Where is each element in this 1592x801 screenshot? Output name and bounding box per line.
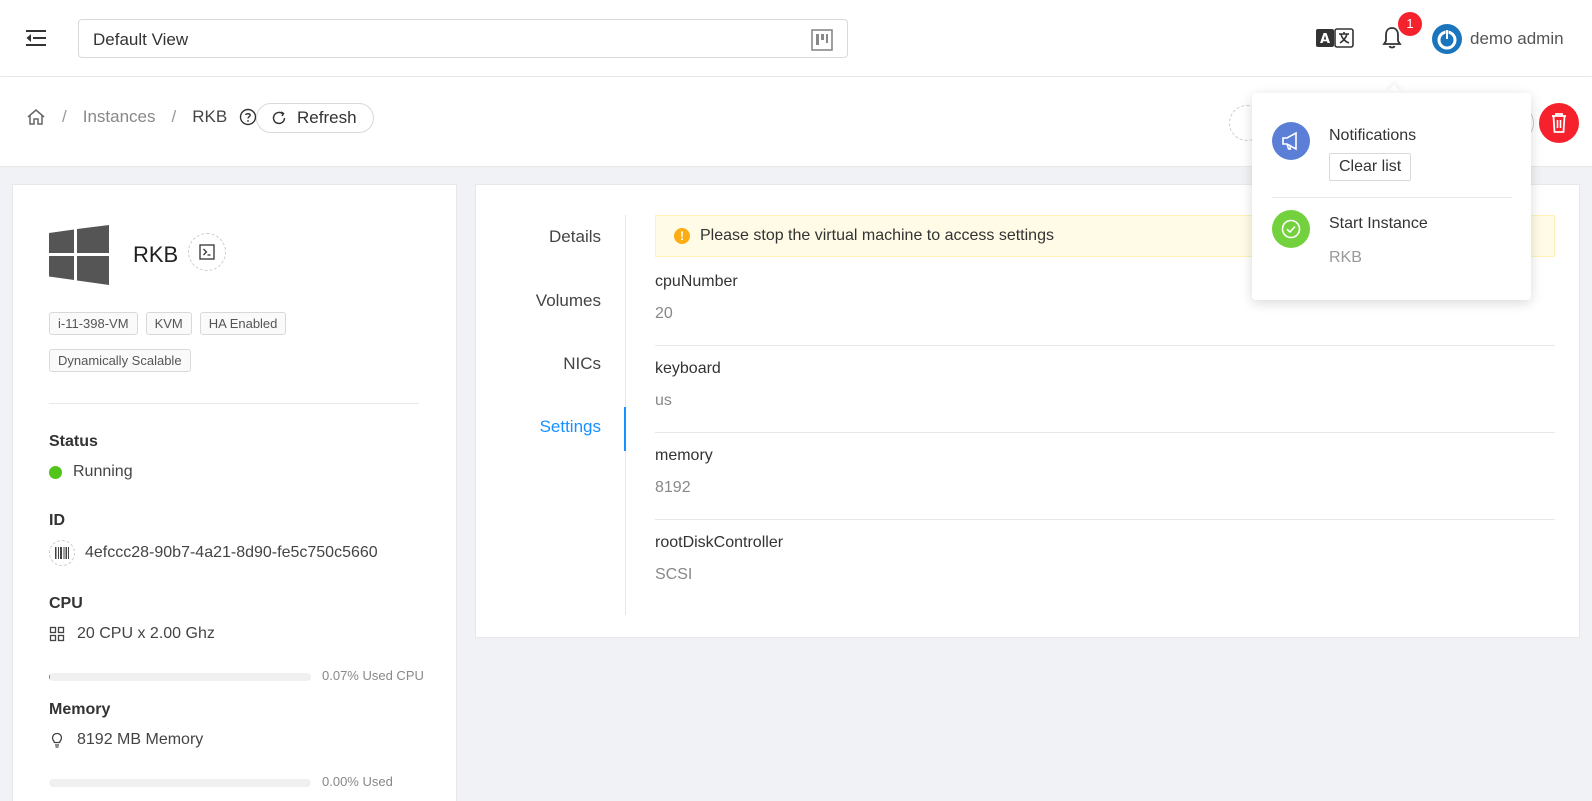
memory-label: Memory [49,701,111,718]
clear-list-button[interactable]: Clear list [1329,153,1412,181]
setting-row: keyboard us [655,346,1555,433]
id-label: ID [49,512,65,529]
svg-text:A: A [1320,32,1330,47]
user-name[interactable]: demo admin [1470,29,1564,49]
bulb-icon [51,732,63,748]
breadcrumb-separator: / [62,107,67,126]
instance-tags: i-11-398-VM KVM HA Enabled Dynamically Sca… [49,312,429,386]
cpu-value-row: 20 CPU x 2.00 Ghz [49,625,215,643]
setting-value[interactable]: 8192 [655,479,691,497]
status-value-row: Running [49,463,133,481]
tab-volumes[interactable]: Volumes [536,291,601,311]
status-dot [49,465,62,479]
setting-value[interactable]: us [655,392,672,410]
notification-icon [1282,131,1297,151]
memory-usage-bar [49,779,311,787]
status-value: Running [73,463,133,480]
user-avatar[interactable] [1432,24,1462,54]
tag-instance-id: i-11-398-VM [49,312,138,335]
code-icon [199,244,215,260]
notification-item-subtitle: RKB [1329,249,1362,266]
check-circle-icon [1281,219,1301,239]
cpu-label: CPU [49,595,83,612]
cpu-usage-label: 0.07% Used CPU [322,668,424,683]
view-console-button[interactable] [188,233,226,271]
tag-ha: HA Enabled [199,312,287,335]
setting-value[interactable]: 20 [655,305,673,323]
setting-key: keyboard [655,360,721,377]
tag-hypervisor: KVM [145,312,192,335]
cpu-value: 20 CPU x 2.00 Ghz [77,625,215,642]
breadcrumb: / Instances / RKB [26,107,257,127]
notification-badge: 1 [1398,12,1422,36]
notifications-title: Notifications [1329,127,1417,144]
status-label: Status [49,433,98,450]
delete-button[interactable] [1539,103,1579,143]
exclamation-circle-icon: ! [674,228,690,244]
reload-icon [272,111,286,125]
setting-key: memory [655,447,713,464]
instance-name: RKB [133,242,179,267]
breadcrumb-separator: / [171,107,177,126]
home-icon[interactable] [26,107,46,127]
divider [1272,197,1512,198]
tab-details[interactable]: Details [549,227,601,247]
memory-value: 8192 MB Memory [77,731,204,748]
setting-row: rootDiskController SCSI [655,520,1555,607]
tab-settings[interactable]: Settings [540,417,601,437]
breadcrumb-current: RKB [192,107,228,126]
setting-key: rootDiskController [655,534,784,551]
notification-item-title[interactable]: Start Instance [1329,215,1428,233]
windows-icon [49,225,109,285]
notification-item-avatar [1272,210,1310,248]
tab-nics[interactable]: NICs [563,354,601,374]
memory-usage-label: 0.00% Used [322,774,393,789]
translate-icon[interactable]: A [1316,27,1354,49]
setting-row: memory 8192 [655,433,1555,520]
delete-icon [1552,113,1566,133]
instance-info-card: RKB i-11-398-VM KVM HA Enabled Dynamically… [12,184,457,801]
view-select[interactable]: Default View [78,19,848,58]
memory-value-row: 8192 MB Memory [49,731,203,749]
view-select-value: Default View [93,30,189,49]
appstore-icon [49,626,65,642]
copy-id-button[interactable] [49,540,75,566]
id-value: 4efccc28-90b7-4a21-8d90-fe5c750c5660 [85,544,378,561]
refresh-label: Refresh [297,108,357,127]
top-header: Default View A 1 demo admin [0,0,1592,76]
tab-active-indicator [624,407,626,451]
cpu-usage-bar [49,673,311,681]
id-value-row: 4efccc28-90b7-4a21-8d90-fe5c750c5660 [49,540,378,566]
tab-list: Details Volumes NICs Settings [476,215,626,615]
setting-key: cpuNumber [655,273,738,290]
notification-popover: Notifications Clear list Start Instance … [1252,93,1531,300]
divider [49,403,419,404]
breadcrumb-instances[interactable]: Instances [83,107,156,127]
tag-scalable: Dynamically Scalable [49,349,191,372]
setting-value[interactable]: SCSI [655,566,692,584]
notification-avatar [1272,122,1310,160]
refresh-button[interactable]: Refresh [256,103,374,133]
alert-message: Please stop the virtual machine to acces… [700,227,1054,244]
barcode-icon [55,547,69,559]
question-circle-icon[interactable] [239,108,257,126]
kanban-icon [811,29,833,51]
menu-fold-icon[interactable] [24,26,48,50]
